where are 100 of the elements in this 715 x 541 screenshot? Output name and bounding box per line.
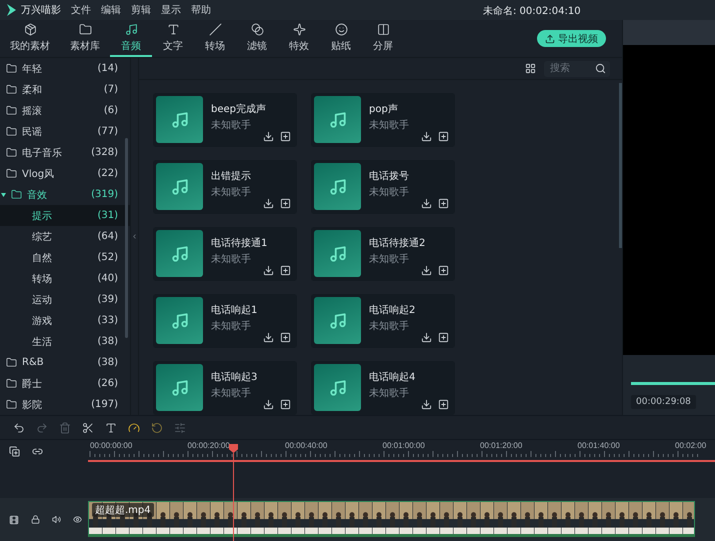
- artist-name: 未知歌手: [369, 118, 409, 132]
- tab[interactable]: 音频: [110, 20, 152, 57]
- category-item[interactable]: Vlog风 (22): [0, 163, 130, 184]
- scrollbar[interactable]: [125, 138, 128, 338]
- category-item[interactable]: 民谣 (77): [0, 121, 130, 142]
- category-item[interactable]: 提示 (31): [0, 205, 130, 226]
- search-icon[interactable]: [595, 62, 606, 74]
- music-note-icon: [170, 244, 188, 262]
- category-item[interactable]: 综艺 (64): [0, 226, 130, 247]
- category-item[interactable]: 转场 (40): [0, 268, 130, 289]
- download-icon[interactable]: [263, 332, 274, 343]
- grid-view-icon[interactable]: [525, 63, 536, 74]
- audio-card[interactable]: 电话响起2 未知歌手: [311, 294, 455, 348]
- category-item[interactable]: 柔和 (7): [0, 79, 130, 100]
- audio-card[interactable]: 电话待接通2 未知歌手: [311, 227, 455, 281]
- artist-name: 未知歌手: [369, 186, 409, 199]
- category-item[interactable]: R&B (38): [0, 352, 130, 373]
- track-title: pop声: [369, 102, 399, 116]
- menu-item[interactable]: 剪辑: [131, 3, 151, 17]
- upload-icon: [545, 34, 555, 44]
- category-item[interactable]: 电子音乐 (328): [0, 142, 130, 163]
- add-icon[interactable]: [280, 332, 291, 343]
- add-icon[interactable]: [438, 332, 449, 343]
- download-icon[interactable]: [421, 332, 432, 343]
- download-icon[interactable]: [421, 198, 432, 209]
- tab[interactable]: 贴纸: [320, 20, 362, 57]
- folder-icon: [6, 63, 17, 74]
- music-note-icon: [170, 378, 188, 396]
- audio-card[interactable]: 电话待接通1 未知歌手: [153, 227, 297, 281]
- logo-icon: [6, 4, 17, 16]
- add-icon[interactable]: [438, 265, 449, 276]
- scissors-icon[interactable]: [82, 422, 94, 434]
- tab[interactable]: 文字: [152, 20, 194, 57]
- music-note-icon: [170, 312, 188, 330]
- tab[interactable]: 转场: [194, 20, 236, 57]
- audio-card[interactable]: pop声 未知歌手: [311, 93, 455, 147]
- add-icon[interactable]: [438, 399, 449, 410]
- undo-icon[interactable]: [13, 422, 25, 434]
- add-icon[interactable]: [438, 131, 449, 142]
- app-title: 万兴喵影: [6, 3, 61, 17]
- download-icon[interactable]: [263, 399, 274, 410]
- menu-item[interactable]: 帮助: [191, 3, 211, 17]
- download-icon[interactable]: [421, 131, 432, 142]
- search-field[interactable]: 搜索: [544, 60, 610, 76]
- circles-icon: [250, 22, 264, 36]
- folder-icon: [6, 357, 17, 368]
- text-icon[interactable]: [105, 422, 117, 434]
- category-item[interactable]: 生活 (38): [0, 331, 130, 352]
- folder-icon: [6, 126, 17, 137]
- menu-item[interactable]: 编辑: [101, 3, 121, 17]
- text-icon: [166, 22, 180, 36]
- menu-item[interactable]: 文件: [71, 3, 91, 17]
- playhead-handle[interactable]: [229, 444, 238, 453]
- tab[interactable]: 我的素材: [0, 20, 60, 57]
- category-item[interactable]: 摇滚 (6): [0, 100, 130, 121]
- add-track-icon[interactable]: [9, 446, 20, 456]
- category-item[interactable]: 影院 (197): [0, 394, 130, 415]
- tab[interactable]: 滤镜: [236, 20, 278, 57]
- lock-icon[interactable]: [31, 515, 40, 524]
- audio-card[interactable]: 电话响起4 未知歌手: [311, 361, 455, 415]
- audio-card[interactable]: 电话拨号 未知歌手: [311, 160, 455, 214]
- add-icon[interactable]: [280, 399, 291, 410]
- time-label: 00:00:20:00: [188, 441, 230, 450]
- tab[interactable]: 特效: [278, 20, 320, 57]
- add-icon[interactable]: [438, 198, 449, 209]
- audio-card[interactable]: 电话响起3 未知歌手: [153, 361, 297, 415]
- expand-icon[interactable]: [1, 192, 6, 196]
- speaker-icon[interactable]: [52, 515, 61, 524]
- download-icon[interactable]: [421, 265, 432, 276]
- download-icon[interactable]: [263, 198, 274, 209]
- download-icon[interactable]: [263, 265, 274, 276]
- tab[interactable]: 素材库: [60, 20, 110, 57]
- download-icon[interactable]: [421, 399, 432, 410]
- category-item[interactable]: 爵士 (26): [0, 373, 130, 394]
- audio-card[interactable]: beep完成声 未知歌手: [153, 93, 297, 147]
- audio-card[interactable]: 电话响起1 未知歌手: [153, 294, 297, 348]
- add-icon[interactable]: [280, 265, 291, 276]
- category-item[interactable]: 音效 (319): [0, 184, 130, 205]
- category-item[interactable]: 自然 (52): [0, 247, 130, 268]
- artist-name: 未知歌手: [211, 386, 252, 400]
- columns-icon: [376, 22, 390, 36]
- menu-item[interactable]: 显示: [161, 3, 181, 17]
- collapse-icon[interactable]: [131, 233, 138, 240]
- export-button[interactable]: 导出视频: [537, 30, 606, 47]
- audio-card[interactable]: 出错提示 未知歌手: [153, 160, 297, 214]
- video-clip[interactable]: 超超超.mp4: [88, 501, 695, 537]
- add-icon[interactable]: [280, 131, 291, 142]
- scrollbar[interactable]: [619, 83, 622, 248]
- eye-icon[interactable]: [73, 515, 82, 524]
- music-note-icon: [328, 378, 346, 396]
- category-item[interactable]: 运动 (39): [0, 289, 130, 310]
- category-item[interactable]: 年轻 (14): [0, 58, 130, 79]
- download-icon[interactable]: [263, 131, 274, 142]
- music-note-icon: [328, 312, 346, 330]
- category-item[interactable]: 游戏 (33): [0, 310, 130, 331]
- gauge-icon[interactable]: [128, 422, 140, 434]
- add-icon[interactable]: [280, 198, 291, 209]
- tab[interactable]: 分屏: [362, 20, 404, 57]
- track-title: 电话响起2: [369, 304, 416, 317]
- music-note-icon: [328, 244, 346, 262]
